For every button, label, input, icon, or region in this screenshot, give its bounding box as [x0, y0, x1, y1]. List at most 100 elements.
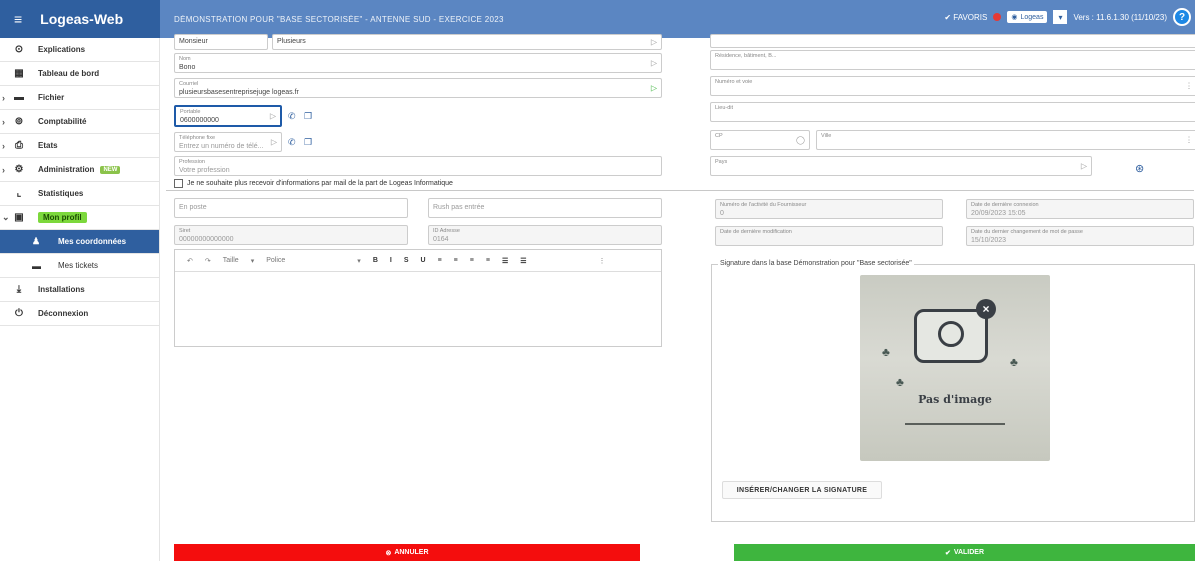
chevron-down-icon: ⌄ [2, 212, 10, 222]
date-field[interactable]: En poste [174, 198, 408, 218]
civility-select[interactable]: Monsieur [174, 34, 268, 50]
copy-icon[interactable]: ❐ [304, 111, 312, 122]
postal-code-field[interactable]: CP ◯ [710, 130, 810, 150]
gear-icon: ⚙ [14, 164, 24, 175]
id-field[interactable]: Rush pas entrée [428, 198, 662, 218]
sidebar-item-fichier[interactable]: › ▬ Fichier [0, 86, 159, 110]
undo-icon[interactable]: ↶ [187, 257, 193, 265]
phone-icon[interactable]: ✆ [288, 137, 296, 148]
bold-button[interactable]: B [373, 257, 378, 264]
sidebar-item-installations[interactable]: ⤓ Installations [0, 278, 159, 302]
chevron-right-icon: › [2, 164, 5, 175]
sidebar-item-deconnexion[interactable]: ⏻ Déconnexion [0, 302, 159, 326]
menu-icon[interactable]: ≡ [14, 11, 22, 27]
company-field[interactable] [710, 34, 1195, 48]
chevron-down-icon[interactable]: ▾ [251, 257, 255, 265]
logo-badge[interactable]: ◉ Logeas [1007, 11, 1048, 23]
email-label: Courriel [179, 81, 199, 87]
editor-toolbar: ↶ ↷ Taille ▾ Police ▾ B I S U ≡ ≡ ≡ ≡ ☰ … [175, 250, 661, 272]
sidebar-item-mes-tickets[interactable]: ▬ Mes tickets [0, 254, 159, 278]
last-password-change-value: 15/10/2023 [971, 237, 1007, 244]
newsletter-checkbox[interactable] [174, 179, 183, 188]
sidebar-item-statistiques[interactable]: ⌞ Statistiques [0, 182, 159, 206]
profession-value: Votre profession [179, 167, 230, 174]
change-signature-button[interactable]: INSÉRER/CHANGER LA SIGNATURE [722, 481, 882, 499]
chevron-down-icon[interactable]: ▾ [1053, 10, 1068, 24]
more-icon[interactable]: ⋮ [599, 257, 606, 265]
grid-icon: ▦ [14, 68, 24, 79]
address-line3-field[interactable]: Lieu-dit [710, 102, 1195, 122]
redo-icon[interactable]: ↷ [205, 257, 211, 265]
tree-icon: ♣ [1010, 355, 1018, 369]
address-line1-label: Résidence, bâtiment, B... [715, 53, 777, 59]
firstname-value: Plusieurs [277, 38, 306, 45]
play-icon: ▷ [650, 37, 657, 47]
align-left-button[interactable]: ≡ [438, 257, 442, 264]
help-icon[interactable]: ? [1173, 8, 1191, 26]
sidebar: ⊙ Explications ▦ Tableau de bord › ▬ Fichier… [0, 38, 160, 561]
italic-button[interactable]: I [390, 257, 392, 264]
chevron-right-icon: › [2, 92, 5, 103]
last-modification-field: Date de dernière modification [715, 226, 943, 246]
address-line2-label: Numéro et voie [715, 79, 753, 85]
address-line2-field[interactable]: Numéro et voie ⋮ [710, 76, 1195, 96]
align-right-button[interactable]: ≡ [470, 257, 474, 264]
sidebar-item-comptabilite[interactable]: › ⊚ Comptabilité [0, 110, 159, 134]
email-field[interactable]: Courriel plusieursbasesentreprisejuge log… [174, 78, 662, 98]
cancel-label: ANNULER [394, 549, 429, 556]
favorites-link[interactable]: ✔ FAVORIS [944, 13, 987, 22]
font-family-select[interactable]: Police [266, 257, 285, 264]
tree-icon: ♣ [896, 375, 904, 389]
no-image-label: Pas d'image [918, 393, 992, 406]
country-field[interactable]: Pays ▷ [710, 156, 1092, 176]
city-field[interactable]: Ville ⋮ [816, 130, 1195, 150]
civility-value: Monsieur [179, 38, 208, 45]
activity-number-label: Numéro de l'activité du Fournisseur [720, 202, 807, 208]
validate-button[interactable]: ✔ VALIDER [734, 544, 1195, 561]
landline-phone-field[interactable]: Téléphone fixe Entrez un numéro de télé..… [174, 132, 282, 152]
play-icon: ▷ [1080, 161, 1087, 171]
map-pin-icon[interactable]: ⊛ [1135, 162, 1144, 175]
profession-field[interactable]: Profession Votre profession [174, 156, 662, 176]
camera-lens-icon [938, 321, 964, 347]
profession-label: Profession [179, 159, 205, 165]
sidebar-item-explications[interactable]: ⊙ Explications [0, 38, 159, 62]
cancel-button[interactable]: ⊗ ANNULER [174, 544, 640, 561]
phone-icon[interactable]: ✆ [288, 111, 296, 122]
siret-field: Siret 00000000000000 [174, 225, 408, 245]
sidebar-item-dashboard[interactable]: ▦ Tableau de bord [0, 62, 159, 86]
address-line1-field[interactable]: Résidence, bâtiment, B... [710, 50, 1195, 70]
sidebar-item-mon-profil[interactable]: ⌄ ▣ Mon profil [0, 206, 159, 230]
sidebar-item-mes-coordonnees[interactable]: ♟ Mes coordonnées [0, 230, 159, 254]
sidebar-item-administration[interactable]: › ⚙ Administration NEW [0, 158, 159, 182]
tree-icon: ♣ [882, 345, 890, 359]
name-field[interactable]: Nom Bono ▷ [174, 53, 662, 73]
app-title: Logeas-Web [40, 11, 124, 27]
newsletter-option[interactable]: Je ne souhaite plus recevoir d'informati… [174, 179, 453, 188]
brand[interactable]: ≡ Logeas-Web [0, 0, 160, 38]
section-divider [166, 190, 1194, 191]
copy-icon[interactable]: ❐ [304, 137, 312, 148]
chevron-down-icon[interactable]: ▾ [357, 257, 361, 265]
decorative-line [905, 423, 1005, 425]
justify-button[interactable]: ≡ [486, 257, 490, 264]
sidebar-item-label: Comptabilité [38, 117, 87, 126]
activity-number-value: 0 [720, 210, 724, 217]
date-field-value: En poste [179, 204, 207, 211]
strike-button[interactable]: S [404, 257, 409, 264]
name-label: Nom [179, 56, 191, 62]
bullet-list-button[interactable]: ☰ [502, 257, 508, 265]
notification-icon[interactable] [993, 13, 1002, 21]
sidebar-item-etats[interactable]: › ⎙ Etats [0, 134, 159, 158]
more-icon: ⋮ [1185, 135, 1193, 145]
firstname-field[interactable]: Plusieurs ▷ [272, 34, 662, 50]
align-center-button[interactable]: ≡ [454, 257, 458, 264]
mobile-phone-field[interactable]: Portable 0600000000 ▷ [174, 105, 282, 127]
no-image-placeholder: ♣ ♣ ♣ × Pas d'image [860, 275, 1050, 461]
underline-button[interactable]: U [421, 257, 426, 264]
numbered-list-button[interactable]: ☰ [520, 257, 526, 265]
play-icon: ▷ [650, 83, 657, 93]
rich-text-editor[interactable]: ↶ ↷ Taille ▾ Police ▾ B I S U ≡ ≡ ≡ ≡ ☰ … [174, 249, 662, 347]
mobile-label: Portable [180, 109, 201, 115]
font-size-select[interactable]: Taille [223, 257, 239, 264]
